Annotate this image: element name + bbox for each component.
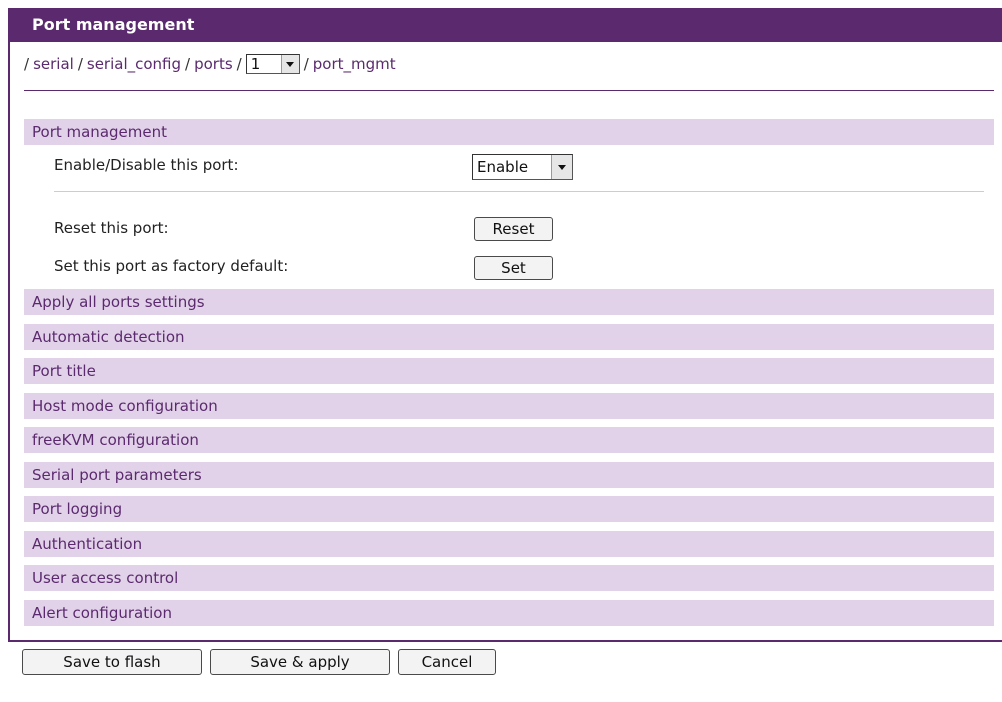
breadcrumb-separator: / xyxy=(303,55,309,73)
inner-divider xyxy=(54,191,984,192)
section-header-authentication[interactable]: Authentication xyxy=(24,531,994,557)
port-number-value: 1 xyxy=(250,55,261,73)
breadcrumb-link-ports[interactable]: ports xyxy=(194,55,233,73)
breadcrumb-separator: / xyxy=(24,55,30,73)
section-header-port-logging[interactable]: Port logging xyxy=(24,496,994,522)
reset-button[interactable]: Reset xyxy=(474,217,553,241)
set-button[interactable]: Set xyxy=(474,256,553,280)
enable-disable-select[interactable]: Enable xyxy=(472,154,573,180)
section-header-alert-configuration[interactable]: Alert configuration xyxy=(24,600,994,626)
breadcrumb-separator: / xyxy=(185,55,191,73)
breadcrumb: / serial / serial_config / ports / 1 / p… xyxy=(24,52,396,76)
section-header-port-title[interactable]: Port title xyxy=(24,358,994,384)
breadcrumb-link-port-mgmt[interactable]: port_mgmt xyxy=(313,55,396,73)
dropdown-arrow-button[interactable] xyxy=(551,155,572,179)
reset-port-label: Reset this port: xyxy=(54,219,169,237)
factory-default-label: Set this port as factory default: xyxy=(54,257,289,275)
panel-title: Port management xyxy=(10,8,1002,42)
breadcrumb-separator: / xyxy=(77,55,83,73)
breadcrumb-link-serial[interactable]: serial xyxy=(33,55,74,73)
save-to-flash-button[interactable]: Save to flash xyxy=(22,649,202,675)
breadcrumb-separator: / xyxy=(236,55,242,73)
section-header-automatic-detection[interactable]: Automatic detection xyxy=(24,324,994,350)
section-header-user-access-control[interactable]: User access control xyxy=(24,565,994,591)
enable-disable-label: Enable/Disable this port: xyxy=(54,156,239,174)
section-header-serial-port-parameters[interactable]: Serial port parameters xyxy=(24,462,994,488)
breadcrumb-link-serial-config[interactable]: serial_config xyxy=(87,55,181,73)
breadcrumb-divider xyxy=(24,90,994,91)
dropdown-arrow-button[interactable] xyxy=(280,55,299,73)
chevron-down-icon xyxy=(286,61,295,67)
save-and-apply-button[interactable]: Save & apply xyxy=(210,649,390,675)
section-header-host-mode[interactable]: Host mode configuration xyxy=(24,393,994,419)
cancel-button[interactable]: Cancel xyxy=(398,649,496,675)
chevron-down-icon xyxy=(558,164,566,170)
section-header-freekvm[interactable]: freeKVM configuration xyxy=(24,427,994,453)
port-number-select[interactable]: 1 xyxy=(245,54,300,74)
section-header-port-management[interactable]: Port management xyxy=(24,119,994,145)
section-header-apply-all-ports[interactable]: Apply all ports settings xyxy=(24,289,994,315)
enable-disable-value: Enable xyxy=(477,158,529,176)
